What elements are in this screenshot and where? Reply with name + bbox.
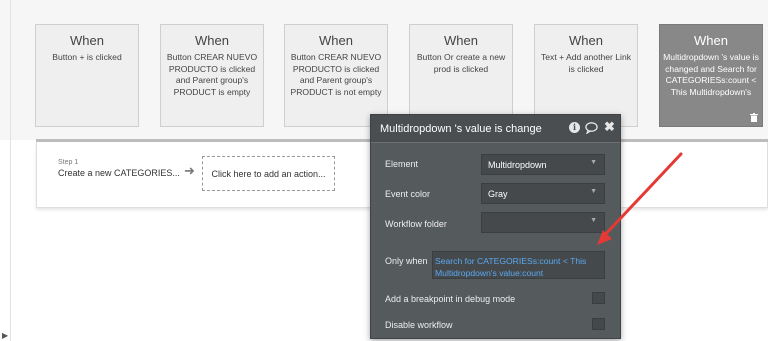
event-card-description: Text + Add another Link is clicked — [540, 52, 632, 74]
event-card-title: When — [70, 33, 104, 48]
event-card-description: Button CREAR NUEVO PRODUCTO is clicked a… — [290, 52, 382, 97]
workflow-folder-label: Workflow folder — [385, 219, 447, 229]
event-color-dropdown[interactable]: Gray ▼ — [481, 183, 605, 204]
event-card-description: Button CREAR NUEVO PRODUCTO is clicked a… — [166, 52, 258, 97]
chevron-down-icon: ▼ — [590, 188, 597, 195]
panel-header: Multidropdown 's value is change i ✖ — [371, 115, 620, 143]
event-color-value: Gray — [488, 189, 508, 199]
disable-workflow-checkbox[interactable] — [592, 318, 605, 330]
add-action-button[interactable]: Click here to add an action... — [202, 156, 335, 191]
element-dropdown-value: Multidropdown — [488, 160, 547, 170]
event-card-description: Button + is clicked — [52, 52, 122, 62]
trash-icon[interactable] — [750, 113, 758, 124]
arrow-right-icon: ➜ — [184, 163, 195, 178]
workflow-folder-dropdown[interactable]: ▼ — [481, 212, 605, 233]
event-color-label: Event color — [385, 189, 431, 199]
event-card-1[interactable]: When Button + is clicked — [35, 24, 139, 127]
info-icon[interactable]: i — [569, 122, 580, 133]
event-card-6-active[interactable]: When Multidropdown 's value is changed a… — [659, 24, 763, 127]
disable-workflow-label: Disable workflow — [385, 320, 453, 330]
only-when-label: Only when — [385, 256, 428, 266]
chevron-down-icon: ▼ — [590, 159, 597, 166]
event-card-3[interactable]: When Button CREAR NUEVO PRODUCTO is clic… — [284, 24, 388, 127]
event-card-description: Multidropdown 's value is changed and Se… — [663, 52, 759, 97]
event-card-title: When — [319, 33, 353, 48]
chevron-down-icon: ▼ — [590, 217, 597, 224]
expand-arrow-icon[interactable]: ▶ — [2, 331, 8, 340]
event-card-title: When — [444, 33, 478, 48]
event-card-5[interactable]: When Text + Add another Link is clicked — [534, 24, 638, 127]
close-icon[interactable]: ✖ — [604, 120, 615, 134]
event-card-title: When — [694, 33, 728, 48]
left-divider — [10, 0, 11, 341]
comment-icon[interactable] — [585, 121, 598, 139]
event-card-4[interactable]: When Button Or create a new prod is clic… — [409, 24, 513, 127]
only-when-condition-text[interactable]: Search for CATEGORIESs:count < This Mult… — [435, 255, 605, 279]
element-label: Element — [385, 159, 419, 169]
breakpoint-label: Add a breakpoint in debug mode — [385, 294, 516, 304]
panel-title: Multidropdown 's value is change — [380, 123, 542, 135]
event-card-2[interactable]: When Button CREAR NUEVO PRODUCTO is clic… — [160, 24, 264, 127]
event-card-title: When — [569, 33, 603, 48]
breakpoint-checkbox[interactable] — [592, 292, 605, 304]
step-label: Step 1 — [58, 159, 79, 166]
step-1-action[interactable]: Create a new CATEGORIES... — [58, 168, 180, 178]
event-card-description: Button Or create a new prod is clicked — [416, 52, 506, 74]
element-dropdown[interactable]: Multidropdown ▼ — [481, 154, 605, 175]
event-card-title: When — [195, 33, 229, 48]
